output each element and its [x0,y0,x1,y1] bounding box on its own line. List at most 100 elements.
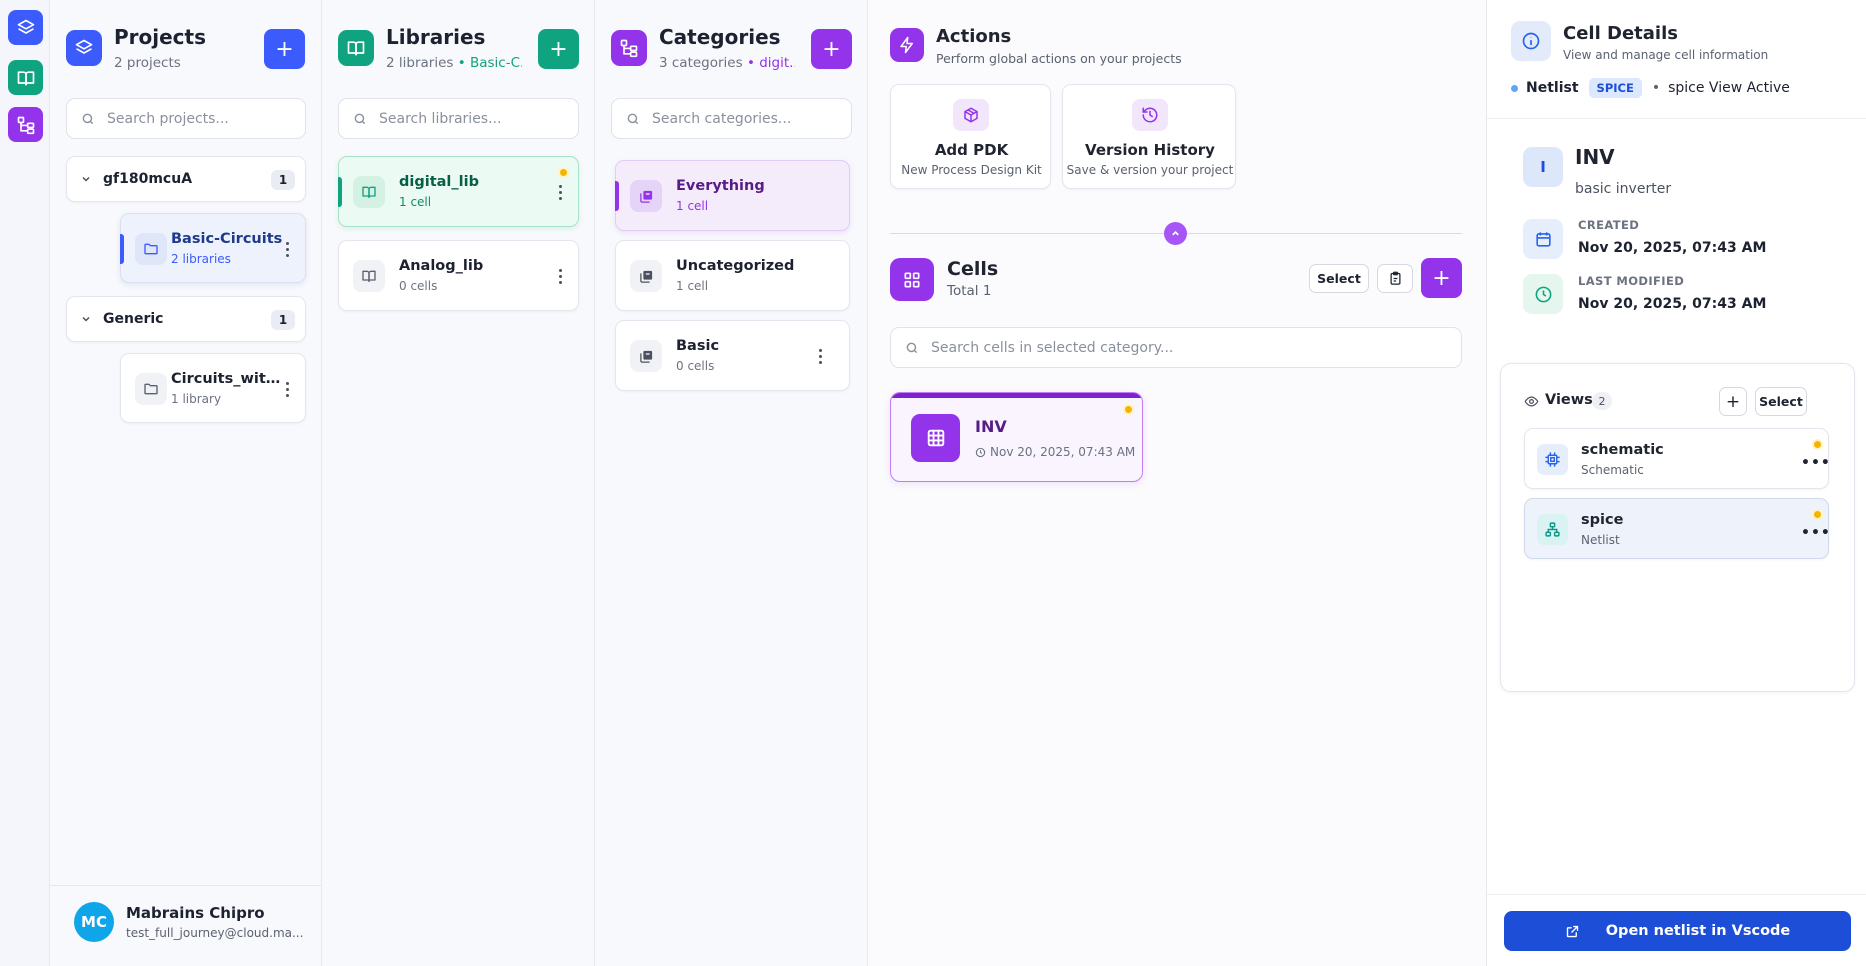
library-item-sub: 0 cells [399,279,438,293]
search-libraries-input[interactable]: Search libraries... [338,98,579,139]
project-group-name: gf180mcuA [103,171,193,187]
category-item-uncategorized[interactable]: Uncategorized 1 cell [615,240,850,311]
search-categories-input[interactable]: Search categories... [611,98,852,139]
view-type: Netlist [1581,533,1620,547]
search-icon [626,112,640,126]
projects-panel: Projects 2 projects + Search projects...… [50,0,322,966]
grid-icon [911,414,960,462]
cell-name: INV [975,417,1007,436]
collapse-actions-button[interactable] [1164,222,1187,245]
plus-icon: + [1432,265,1451,291]
add-pdk-sub: New Process Design Kit [901,163,1042,177]
search-libraries-placeholder: Search libraries... [379,110,502,127]
paste-button[interactable] [1377,264,1413,293]
divider [1487,894,1866,895]
project-group-generic[interactable]: Generic 1 [66,296,306,342]
cells-header-icon [890,258,934,301]
created-label: CREATED [1578,218,1640,232]
more-vertical-icon[interactable] [558,269,562,284]
chevron-down-icon[interactable] [80,313,92,325]
view-name: schematic [1581,442,1664,458]
category-item-title: Uncategorized [676,258,795,274]
add-view-button[interactable]: + [1719,387,1747,416]
add-pdk-button[interactable]: Add PDK New Process Design Kit [890,84,1051,189]
cells-count: Total 1 [947,283,992,299]
library-item-analog-lib[interactable]: Analog_lib 0 cells [338,240,579,311]
chevron-down-icon[interactable] [80,173,92,185]
project-item-circuits-without[interactable]: Circuits_without... 1 library [120,353,306,423]
add-library-button[interactable]: + [538,29,579,69]
version-history-button[interactable]: Version History Save & version your proj… [1062,84,1236,189]
libraries-nav-button[interactable] [8,60,43,95]
selected-indicator [120,234,124,264]
select-cells-button[interactable]: Select [1309,264,1369,293]
views-label: Views [1545,392,1593,408]
active-view-row: Netlist SPICE • spice View Active [1511,78,1790,98]
search-icon [905,341,919,355]
clipboard-icon [1388,271,1403,286]
project-item-sub: 2 libraries [171,252,231,266]
project-item-basic-circuits[interactable]: Basic-Circuits 2 libraries [120,213,306,283]
category-item-title: Basic [676,338,720,354]
search-projects-input[interactable]: Search projects... [66,98,306,139]
more-vertical-icon[interactable] [285,242,289,257]
view-item-schematic[interactable]: schematic Schematic ••• [1524,428,1831,489]
view-active-text: spice View Active [1668,80,1790,96]
details-subtitle: View and manage cell information [1563,48,1769,62]
open-in-vscode-button[interactable]: Open netlist in Vscode [1504,911,1851,951]
modified-value: Nov 20, 2025, 07:43 AM [1578,296,1767,312]
add-cell-button[interactable]: + [1421,258,1462,298]
external-link-icon [1565,924,1580,939]
category-item-sub: 1 cell [676,279,709,293]
book-icon [346,38,366,58]
library-stack-icon [630,260,662,292]
more-vertical-icon[interactable] [285,382,289,397]
folder-icon [135,233,167,265]
project-item-sub: 1 library [171,392,222,406]
project-item-title: Circuits_without... [171,371,281,387]
add-category-button[interactable]: + [811,29,852,69]
status-dot [1511,84,1518,92]
network-icon [1537,514,1568,545]
user-profile[interactable]: MC Mabrains Chipro test_full_journey@clo… [50,886,321,966]
search-cells-input[interactable]: Search cells in selected category... [890,327,1462,368]
actions-header-icon [890,28,924,62]
history-icon [1132,99,1168,131]
calendar-icon [1523,219,1563,259]
select-views-button[interactable]: Select [1755,387,1807,416]
tree-icon [16,115,36,135]
cell-card-inv[interactable]: INV Nov 20, 2025, 07:43 AM [890,392,1143,482]
user-email: test_full_journey@cloud.ma... [126,926,304,940]
categories-nav-button[interactable] [8,107,43,142]
categories-subtitle: 3 categories • digit... [659,55,795,71]
selected-indicator [615,181,619,211]
cell-date: Nov 20, 2025, 07:43 AM [990,445,1136,459]
projects-nav-button[interactable] [8,10,43,45]
library-item-title: digital_lib [399,174,479,190]
more-horizontal-icon[interactable]: ••• [1801,525,1831,541]
category-item-sub: 0 cells [676,359,715,373]
category-item-title: Everything [676,178,765,194]
plus-icon: + [549,36,568,62]
more-vertical-icon[interactable] [558,185,562,200]
library-item-digital-lib[interactable]: digital_lib 1 cell [338,156,579,227]
category-item-basic[interactable]: Basic 0 cells [615,320,850,391]
book-icon [16,68,36,88]
add-project-button[interactable]: + [264,29,305,69]
search-cells-placeholder: Search cells in selected category... [931,339,1174,356]
project-group-gf180mcuA[interactable]: gf180mcuA 1 [66,156,306,202]
categories-context: • digit... [746,55,795,71]
project-item-title: Basic-Circuits [171,231,283,247]
info-icon [1511,21,1551,61]
view-item-spice[interactable]: spice Netlist ••• [1524,498,1831,559]
more-horizontal-icon[interactable]: ••• [1801,455,1831,471]
details-title: Cell Details [1563,23,1678,44]
divider [1487,118,1866,119]
clock-icon [1523,274,1563,314]
more-vertical-icon[interactable] [818,349,822,364]
actions-title: Actions [936,26,1012,47]
category-item-everything[interactable]: Everything 1 cell [615,160,850,231]
cell-card-accent [891,393,1142,398]
categories-title: Categories [659,25,781,49]
project-group-count: 1 [271,170,295,190]
